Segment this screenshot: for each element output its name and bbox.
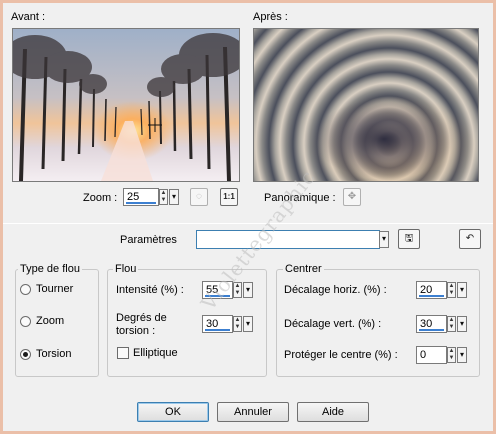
- ok-button[interactable]: OK: [137, 402, 209, 422]
- radio-zoom-label: Zoom: [36, 315, 65, 327]
- zoom-input[interactable]: 25: [123, 188, 159, 206]
- vert-offset-dropdown-arrow[interactable]: ▾: [457, 316, 467, 332]
- help-button[interactable]: Aide: [297, 402, 369, 422]
- radio-zoom[interactable]: [20, 316, 31, 327]
- horiz-offset-input[interactable]: 20: [416, 281, 447, 299]
- before-label: Avant :: [11, 11, 46, 23]
- params-dropdown-arrow[interactable]: ▾: [379, 231, 389, 248]
- radio-tourner[interactable]: [20, 284, 31, 295]
- protect-center-label: Protéger le centre (%) :: [284, 349, 398, 361]
- protect-center-dropdown-arrow[interactable]: ▾: [457, 347, 467, 363]
- after-preview-image: [253, 28, 479, 182]
- zoom-actual-size-icon[interactable]: 1:1: [220, 188, 238, 206]
- intensity-label: Intensité (%) :: [116, 284, 184, 296]
- zoom-dropdown-arrow[interactable]: ▾: [169, 189, 179, 205]
- radio-torsion[interactable]: [20, 349, 31, 360]
- zoom-label: Zoom :: [83, 192, 118, 204]
- radio-tourner-label: Tourner: [36, 283, 74, 295]
- params-label: Paramètres: [120, 234, 177, 246]
- centrer-title: Centrer: [283, 263, 324, 275]
- horiz-offset-label: Décalage horiz. (%) :: [284, 284, 387, 296]
- divider: [3, 223, 493, 224]
- blur-type-title: Type de flou: [18, 263, 82, 275]
- cancel-button[interactable]: Annuler: [217, 402, 289, 422]
- protect-center-input[interactable]: 0: [416, 346, 447, 364]
- before-preview-image[interactable]: [12, 28, 240, 182]
- after-label: Après :: [253, 11, 288, 23]
- vert-offset-spin-arrows[interactable]: ▲ ▼: [447, 316, 456, 332]
- torsion-spin-arrows[interactable]: ▲ ▼: [233, 316, 242, 332]
- flou-title: Flou: [113, 263, 139, 275]
- zoom-spin-arrows[interactable]: ▲ ▼: [159, 189, 168, 205]
- params-input[interactable]: [196, 230, 380, 249]
- torsion-label-line2: torsion :: [116, 325, 156, 337]
- torsion-input[interactable]: 30: [202, 315, 233, 333]
- horiz-offset-spin-arrows[interactable]: ▲ ▼: [447, 282, 456, 298]
- vert-offset-input[interactable]: 30: [416, 315, 447, 333]
- protect-center-spin-arrows[interactable]: ▲ ▼: [447, 347, 456, 363]
- vert-offset-label: Décalage vert. (%) :: [284, 318, 382, 330]
- save-preset-icon[interactable]: 🖫: [398, 229, 420, 249]
- torsion-label-line1: Degrés de: [116, 312, 167, 324]
- torsion-dropdown-arrow[interactable]: ▾: [243, 316, 253, 332]
- pan-move-icon[interactable]: ✥: [343, 188, 361, 206]
- radio-torsion-label: Torsion: [36, 348, 72, 360]
- intensity-dropdown-arrow[interactable]: ▾: [243, 282, 253, 298]
- elliptique-label: Elliptique: [133, 347, 178, 359]
- reset-icon[interactable]: ↶: [459, 229, 481, 249]
- zoom-fit-icon[interactable]: ◌: [190, 188, 208, 206]
- horiz-offset-dropdown-arrow[interactable]: ▾: [457, 282, 467, 298]
- elliptique-checkbox[interactable]: [117, 347, 129, 359]
